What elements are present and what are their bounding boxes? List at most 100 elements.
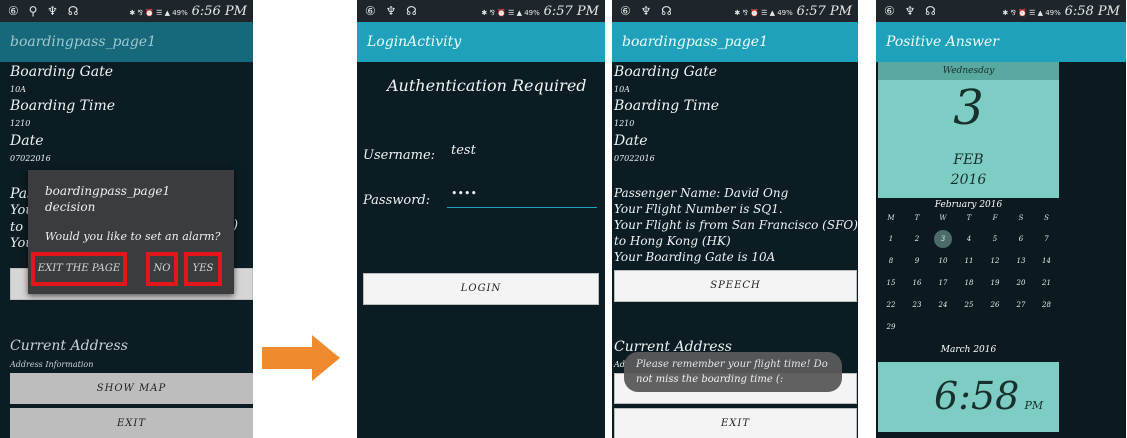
yes-button[interactable]: YES xyxy=(184,252,222,286)
calendar-day[interactable]: 4 xyxy=(956,235,982,243)
boarding-gate-value: 10A xyxy=(10,85,26,94)
calendar-day[interactable]: 1 xyxy=(878,235,904,243)
month-name: FEB xyxy=(953,152,984,168)
calendar-day[interactable]: 11 xyxy=(956,257,982,265)
action-bar-title: Positive Answer xyxy=(876,22,1126,62)
calendar-day[interactable]: 29 xyxy=(878,323,904,331)
calendar-day[interactable]: 21 xyxy=(1034,279,1059,287)
clock-panel: 6:58 PM xyxy=(878,362,1059,432)
boarding-gate-label: Boarding Gate xyxy=(614,64,718,80)
status-icons-left: ⑥ ♆ ☊ xyxy=(884,4,939,18)
username-field[interactable]: test xyxy=(451,143,476,158)
dialog-title-line1: boardingpass_page1 xyxy=(45,184,171,198)
dialog-message: Would you like to set an alarm? xyxy=(45,230,221,243)
passenger-fragment: to xyxy=(10,220,24,235)
calendar-day[interactable]: 12 xyxy=(982,257,1008,265)
password-label: Password: xyxy=(363,193,431,208)
screen-boardingpass: ⑥ ♆ ☊ ✱ ⅋ ⏰ ☰ ▲ 49% 6:57 PM boardingpass… xyxy=(612,0,858,438)
date-label: Date xyxy=(10,133,44,149)
address-information: Address Information xyxy=(10,360,94,369)
status-icons-left: ⑥ ♆ ☊ xyxy=(620,4,675,18)
calendar-day[interactable]: 27 xyxy=(1008,301,1034,309)
year-value: 2016 xyxy=(950,172,987,188)
week-row: 8 9 10 11 12 13 14 xyxy=(878,250,1059,272)
exit-the-page-button[interactable]: EXIT THE PAGE xyxy=(31,252,127,286)
flight-reminder-toast: Please remember your flight time! Do not… xyxy=(624,352,842,392)
clock-time: 6:58 PM xyxy=(934,374,1043,418)
calendar-day[interactable]: 8 xyxy=(878,257,904,265)
username-label: Username: xyxy=(363,148,436,163)
screen-boardingpass-dialog: ⑥ ⚲ ♆ ☊ ✱ ⅋ ⏰ ☰ ▲ 49% 6:56 PM boardingpa… xyxy=(0,0,253,438)
password-field[interactable]: •••• xyxy=(451,187,477,200)
show-map-button[interactable]: SHOW MAP xyxy=(10,373,253,404)
status-time: 6:56 PM xyxy=(191,4,247,19)
speech-button[interactable]: SPEECH xyxy=(614,270,857,302)
calendar-day[interactable]: 10 xyxy=(930,257,956,265)
weekday-header: Wednesday xyxy=(878,62,1059,80)
passenger-line: to Hong Kong (HK) xyxy=(614,234,731,248)
status-time: 6:58 PM xyxy=(1064,4,1120,19)
calendar-day[interactable]: 15 xyxy=(878,279,904,287)
calendar-day[interactable]: 2 xyxy=(904,235,930,243)
calendar-day[interactable]: 25 xyxy=(956,301,982,309)
week-row: 15 16 17 18 19 20 21 xyxy=(878,272,1059,294)
week-row: 29 xyxy=(878,316,1059,338)
action-bar-title: boardingpass_page1 xyxy=(0,22,253,62)
calendar-day[interactable]: 26 xyxy=(982,301,1008,309)
week-row: 1 2 3 4 5 6 7 xyxy=(878,228,1059,250)
calendar-day-selected[interactable]: 3 xyxy=(930,230,956,248)
clock-ampm: PM xyxy=(1024,399,1044,412)
boarding-time-value: 1210 xyxy=(614,119,635,128)
calendar-day[interactable]: 7 xyxy=(1034,235,1059,243)
calendar-day[interactable]: 13 xyxy=(1008,257,1034,265)
date-label: Date xyxy=(614,133,648,149)
action-bar-title: LoginActivity xyxy=(357,22,605,62)
calendar-day[interactable]: 22 xyxy=(878,301,904,309)
status-bar: ⑥ ♆ ☊ ✱ ⅋ ⏰ ☰ ▲ 49% 6:57 PM xyxy=(357,0,605,22)
boarding-gate-value: 10A xyxy=(614,85,630,94)
calendar-day[interactable]: 28 xyxy=(1034,301,1059,309)
calendar-day[interactable]: 6 xyxy=(1008,235,1034,243)
calendar-day[interactable]: 9 xyxy=(904,257,930,265)
week-header: S xyxy=(1018,214,1024,222)
passenger-line: Passenger Name: David Ong xyxy=(614,186,789,200)
exit-button[interactable]: EXIT xyxy=(10,408,253,438)
passenger-line: Your Flight is from San Francisco (SFO) xyxy=(614,218,858,232)
week-header: M xyxy=(887,214,895,222)
boarding-time-label: Boarding Time xyxy=(10,98,115,114)
calendar-day[interactable]: 5 xyxy=(982,235,1008,243)
clock-digits: 6:58 xyxy=(934,374,1020,418)
calendar-day[interactable]: 19 xyxy=(982,279,1008,287)
screen-positive-answer: ⑥ ♆ ☊ ✱ ⅋ ⏰ ☰ ▲ 49% 6:58 PM Positive Ans… xyxy=(876,0,1126,438)
status-bar: ⑥ ⚲ ♆ ☊ ✱ ⅋ ⏰ ☰ ▲ 49% 6:56 PM xyxy=(0,0,253,22)
passenger-line: Your Boarding Gate is 10A xyxy=(614,250,776,264)
dialog-title-line2: decision xyxy=(45,200,96,214)
passenger-line: Your Flight Number is SQ1. xyxy=(614,202,783,216)
no-button[interactable]: NO xyxy=(146,252,178,286)
action-bar-title: boardingpass_page1 xyxy=(612,22,858,62)
calendar-day[interactable]: 20 xyxy=(1008,279,1034,287)
week-header: W xyxy=(939,214,947,222)
week-header: S xyxy=(1044,214,1049,222)
status-time: 6:57 PM xyxy=(543,4,599,19)
calendar-day[interactable]: 23 xyxy=(904,301,930,309)
calendar-day[interactable]: 17 xyxy=(930,279,956,287)
login-button[interactable]: LOGIN xyxy=(363,273,599,305)
date-value: 07022016 xyxy=(10,154,51,163)
week-header-row: M T W T F S S xyxy=(878,214,1059,228)
month-title: February 2016 xyxy=(934,200,1003,210)
boarding-gate-label: Boarding Gate xyxy=(10,64,114,80)
date-panel: Wednesday 3 FEB 2016 xyxy=(878,62,1059,198)
week-header: T xyxy=(914,214,920,222)
calendar-day[interactable]: 16 xyxy=(904,279,930,287)
exit-button[interactable]: EXIT xyxy=(614,408,857,438)
status-icons-left: ⑥ ♆ ☊ xyxy=(365,4,420,18)
calendar-day[interactable]: 24 xyxy=(930,301,956,309)
status-icons-left: ⑥ ⚲ ♆ ☊ xyxy=(8,4,82,18)
next-month-title: March 2016 xyxy=(940,345,997,355)
week-header: T xyxy=(966,214,972,222)
calendar-day[interactable]: 18 xyxy=(956,279,982,287)
status-icons-right: ✱ ⅋ ⏰ ☰ ▲ 49% xyxy=(129,9,188,17)
toast-line-1: Please remember your flight time! Do xyxy=(636,359,828,370)
calendar-day[interactable]: 14 xyxy=(1034,257,1059,265)
